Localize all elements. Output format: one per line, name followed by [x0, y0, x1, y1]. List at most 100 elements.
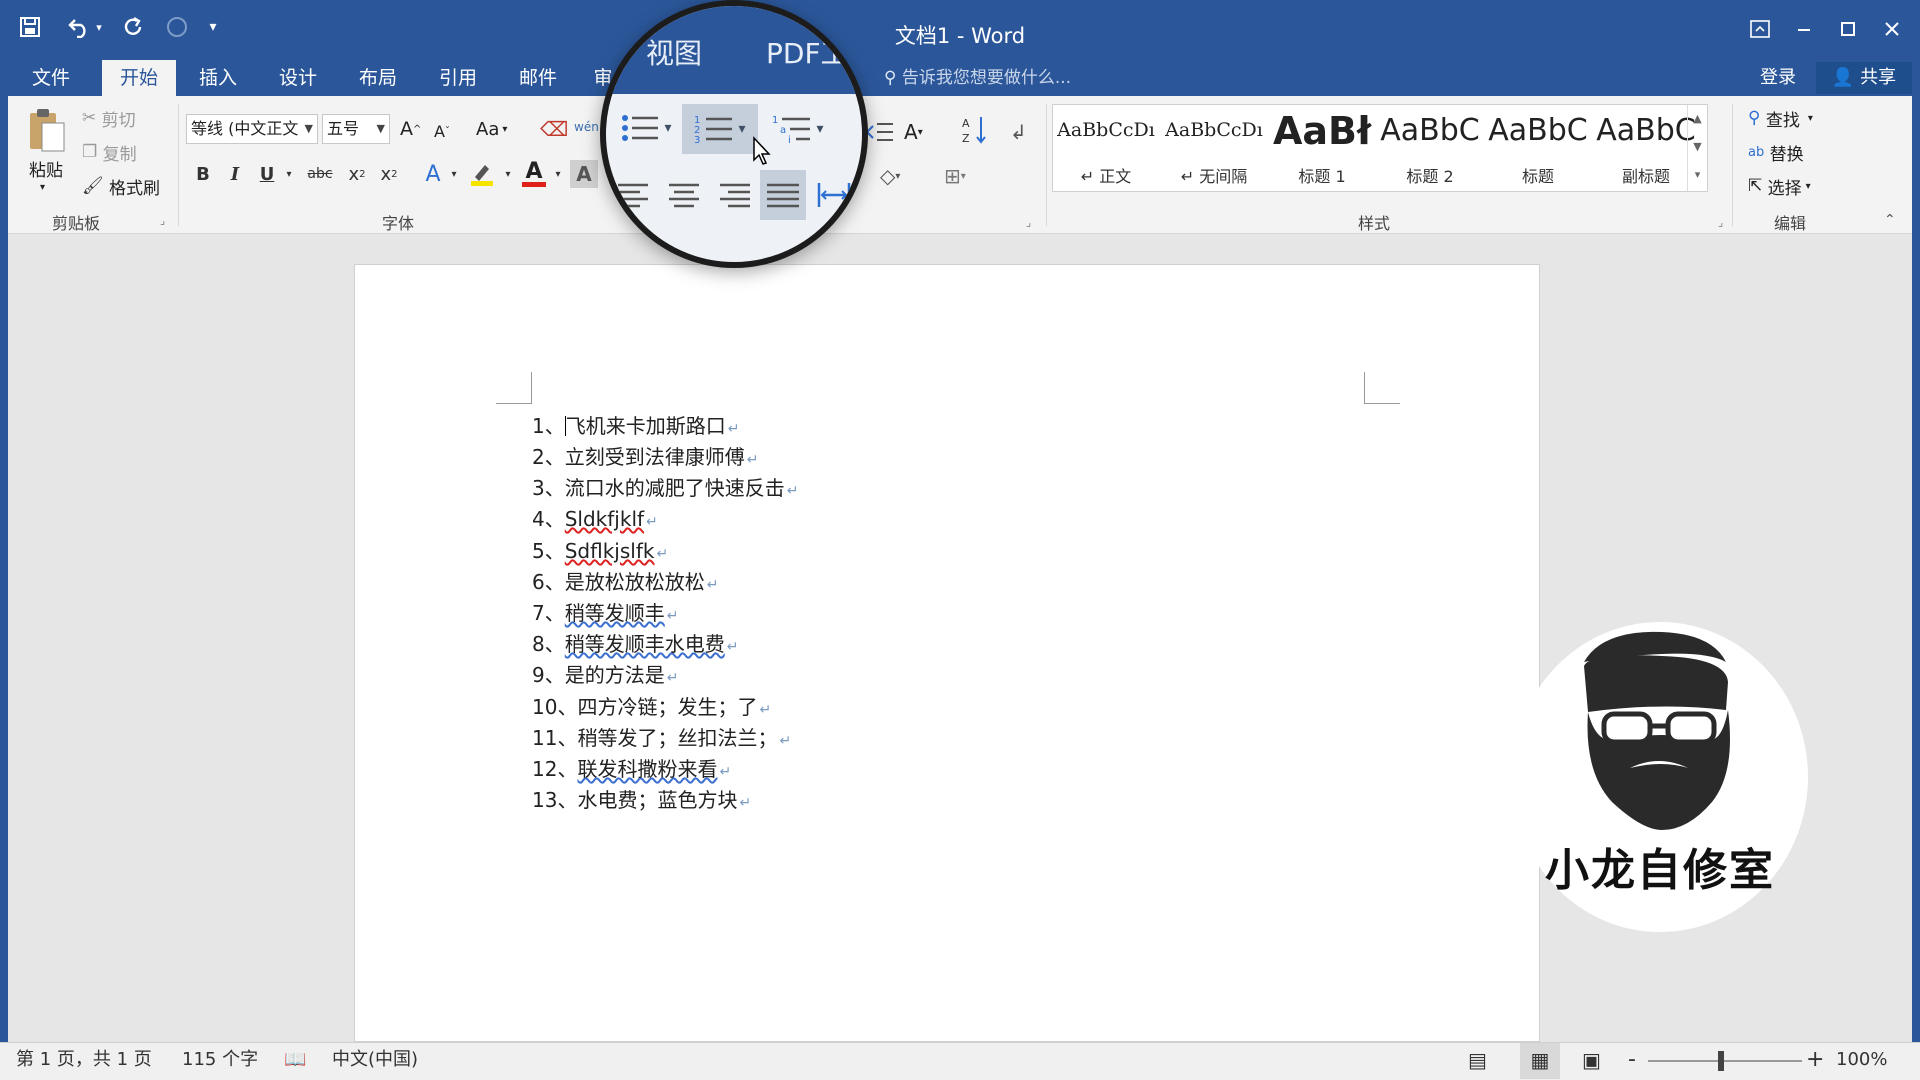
list-item[interactable]: 9、是的方法是 ↵ — [532, 659, 678, 687]
ribbon-display-icon[interactable] — [1740, 12, 1780, 46]
web-layout-icon[interactable]: ▣ — [1582, 1043, 1601, 1077]
bold-button[interactable]: B — [192, 160, 214, 188]
underline-dropdown-icon[interactable]: ▾ — [282, 160, 296, 188]
style-subtitle[interactable]: AaBbC 副标题 — [1593, 105, 1699, 191]
tab-home[interactable]: 开始 — [102, 60, 176, 96]
paste-dropdown-icon[interactable]: ▾ — [40, 180, 54, 194]
align-center-icon[interactable] — [664, 174, 704, 216]
shading-icon[interactable]: ◇ ▾ — [880, 162, 920, 190]
chevron-down-icon[interactable]: ▾ — [502, 160, 514, 188]
list-item[interactable]: 10、四方冷链；发生；了 ↵ — [532, 691, 771, 719]
login-link[interactable]: 登录 — [1760, 60, 1796, 96]
tab-mailings[interactable]: 邮件 — [510, 60, 566, 96]
clipboard-launcher-icon[interactable]: ⌟ — [160, 214, 165, 227]
bullets-icon[interactable]: ▾ — [616, 106, 676, 150]
chevron-down-icon[interactable]: ▼ — [1688, 133, 1707, 161]
subscript-button[interactable]: x2 — [344, 160, 370, 188]
collapse-ribbon-icon[interactable]: ⌃ — [1884, 212, 1896, 228]
italic-button[interactable]: I — [224, 160, 246, 188]
tab-design[interactable]: 设计 — [270, 60, 326, 96]
superscript-button[interactable]: x2 — [376, 160, 402, 188]
list-item[interactable]: 5、Sdflkjslfk ↵ — [532, 535, 668, 563]
print-layout-icon[interactable]: ▦ — [1520, 1043, 1560, 1079]
copy-button[interactable]: ❐ 复制 — [82, 140, 137, 165]
distributed-icon[interactable] — [812, 174, 856, 216]
zoom-slider-thumb[interactable] — [1718, 1051, 1724, 1071]
chinese-layout-icon[interactable]: A ▾ — [904, 118, 942, 146]
highlight-color-button[interactable] — [468, 160, 496, 188]
text-effects-button[interactable]: A — [420, 160, 446, 188]
style-title[interactable]: AaBbC 标题 — [1485, 105, 1591, 191]
style-heading-2[interactable]: AaBbC 标题 2 — [1377, 105, 1483, 191]
list-item[interactable]: 6、是放松放松放松 ↵ — [532, 566, 718, 594]
shrink-font-button[interactable]: Aˇ — [434, 118, 450, 144]
paste-icon[interactable] — [22, 104, 70, 156]
list-item[interactable]: 4、Sldkfjklf ↵ — [532, 503, 658, 531]
zoom-slider-track[interactable] — [1648, 1060, 1802, 1062]
maximize-icon[interactable] — [1828, 12, 1868, 46]
find-button[interactable]: ⚲ 查找 ▾ — [1748, 106, 1813, 131]
style-heading-1[interactable]: AaBł 标题 1 — [1269, 105, 1375, 191]
list-item[interactable]: 8、稍等发顺丰水电费 ↵ — [532, 628, 738, 656]
zoom-level[interactable]: 100% — [1836, 1043, 1887, 1077]
list-item[interactable]: 2、立刻受到法律康师傅 ↵ — [532, 441, 758, 469]
gallery-scroll[interactable]: ▲ ▼ ▾ — [1687, 105, 1707, 191]
chevron-up-icon[interactable]: ▲ — [1688, 105, 1707, 133]
format-painter-button[interactable]: 🖌 格式刷 — [82, 174, 160, 199]
align-right-icon[interactable] — [714, 174, 754, 216]
language-indicator[interactable]: 中文(中国) — [332, 1043, 418, 1077]
tab-view[interactable]: 视图 — [646, 32, 702, 72]
replace-button[interactable]: ab 替换 — [1748, 140, 1804, 165]
list-item[interactable]: 12、联发科撒粉来看 ↵ — [532, 753, 731, 781]
list-item[interactable]: 11、稍等发了；丝扣法兰； ↵ — [532, 722, 791, 750]
justify-icon[interactable] — [760, 170, 806, 220]
close-icon[interactable] — [1872, 12, 1912, 46]
phonetic-guide-icon[interactable]: wén — [574, 112, 599, 142]
font-size-select[interactable]: 五号 ▼ — [322, 114, 390, 144]
font-color-button[interactable]: A — [520, 160, 548, 188]
list-item[interactable]: 7、稍等发顺丰 ↵ — [532, 597, 678, 625]
chevron-down-icon[interactable]: ▾ — [552, 160, 564, 188]
paragraph-mark-icon[interactable]: ↲ — [1010, 118, 1034, 146]
paragraph-launcher-icon[interactable]: ⌟ — [1026, 216, 1031, 229]
clear-formatting-icon[interactable]: ⌫ — [540, 116, 568, 142]
align-left-icon[interactable] — [614, 174, 654, 216]
underline-button[interactable]: U — [256, 160, 278, 188]
read-mode-icon[interactable]: ▤ — [1468, 1043, 1487, 1077]
chevron-down-icon: ▼ — [304, 122, 313, 135]
page-count[interactable]: 第 1 页，共 1 页 — [16, 1043, 152, 1077]
character-shading-button[interactable]: A — [570, 160, 598, 188]
zoom-out-button[interactable]: - — [1628, 1043, 1636, 1077]
tab-insert[interactable]: 插入 — [190, 60, 246, 96]
styles-launcher-icon[interactable]: ⌟ — [1718, 216, 1723, 229]
tab-pdf-tools[interactable]: PDF工具 — [766, 32, 862, 72]
change-case-button[interactable]: Aa ▾ — [476, 116, 507, 142]
borders-icon[interactable]: ⊞ ▾ — [944, 162, 988, 190]
sort-icon[interactable]: AZ — [960, 114, 990, 146]
proofing-icon[interactable]: 📖 — [284, 1043, 306, 1077]
numbering-button[interactable]: 123 ▾ — [682, 104, 758, 154]
clipboard-group-label: 剪贴板 — [52, 214, 101, 233]
tell-me-search[interactable]: ⚲ 告诉我您想要做什么... — [884, 60, 1071, 96]
style-no-spacing[interactable]: AaBbCcDı ↵ 无间隔 — [1161, 105, 1267, 191]
cut-button[interactable]: ✂ 剪切 — [82, 106, 136, 131]
multilevel-list-icon[interactable]: 1ai ▾ — [762, 104, 834, 154]
tab-references[interactable]: 引用 — [430, 60, 486, 96]
grow-font-button[interactable]: A ^ — [400, 116, 421, 142]
zoom-in-button[interactable]: + — [1806, 1043, 1824, 1077]
select-button[interactable]: ⇱ 选择 ▾ — [1748, 174, 1811, 199]
tab-layout[interactable]: 布局 — [350, 60, 406, 96]
list-item[interactable]: 13、水电费；蓝色方块 ↵ — [532, 784, 751, 812]
minimize-icon[interactable] — [1784, 12, 1824, 46]
gallery-more-icon[interactable]: ▾ — [1688, 161, 1707, 189]
tab-file[interactable]: 文件 — [22, 60, 80, 96]
chevron-down-icon[interactable]: ▾ — [448, 160, 460, 188]
share-button[interactable]: 👤 共享 — [1816, 62, 1912, 94]
font-name-select[interactable]: 等线 (中文正文 ▼ — [186, 114, 318, 144]
word-count[interactable]: 115 个字 — [182, 1043, 258, 1077]
list-item[interactable]: 3、流口水的减肥了快速反击 ↵ — [532, 472, 798, 500]
paste-label[interactable]: 粘贴 — [24, 156, 68, 181]
list-item[interactable]: 1、飞机来卡加斯路口 ↵ — [532, 410, 739, 438]
style-normal[interactable]: AaBbCcDı ↵ 正文 — [1053, 105, 1159, 191]
strikethrough-button[interactable]: abc — [304, 160, 336, 188]
